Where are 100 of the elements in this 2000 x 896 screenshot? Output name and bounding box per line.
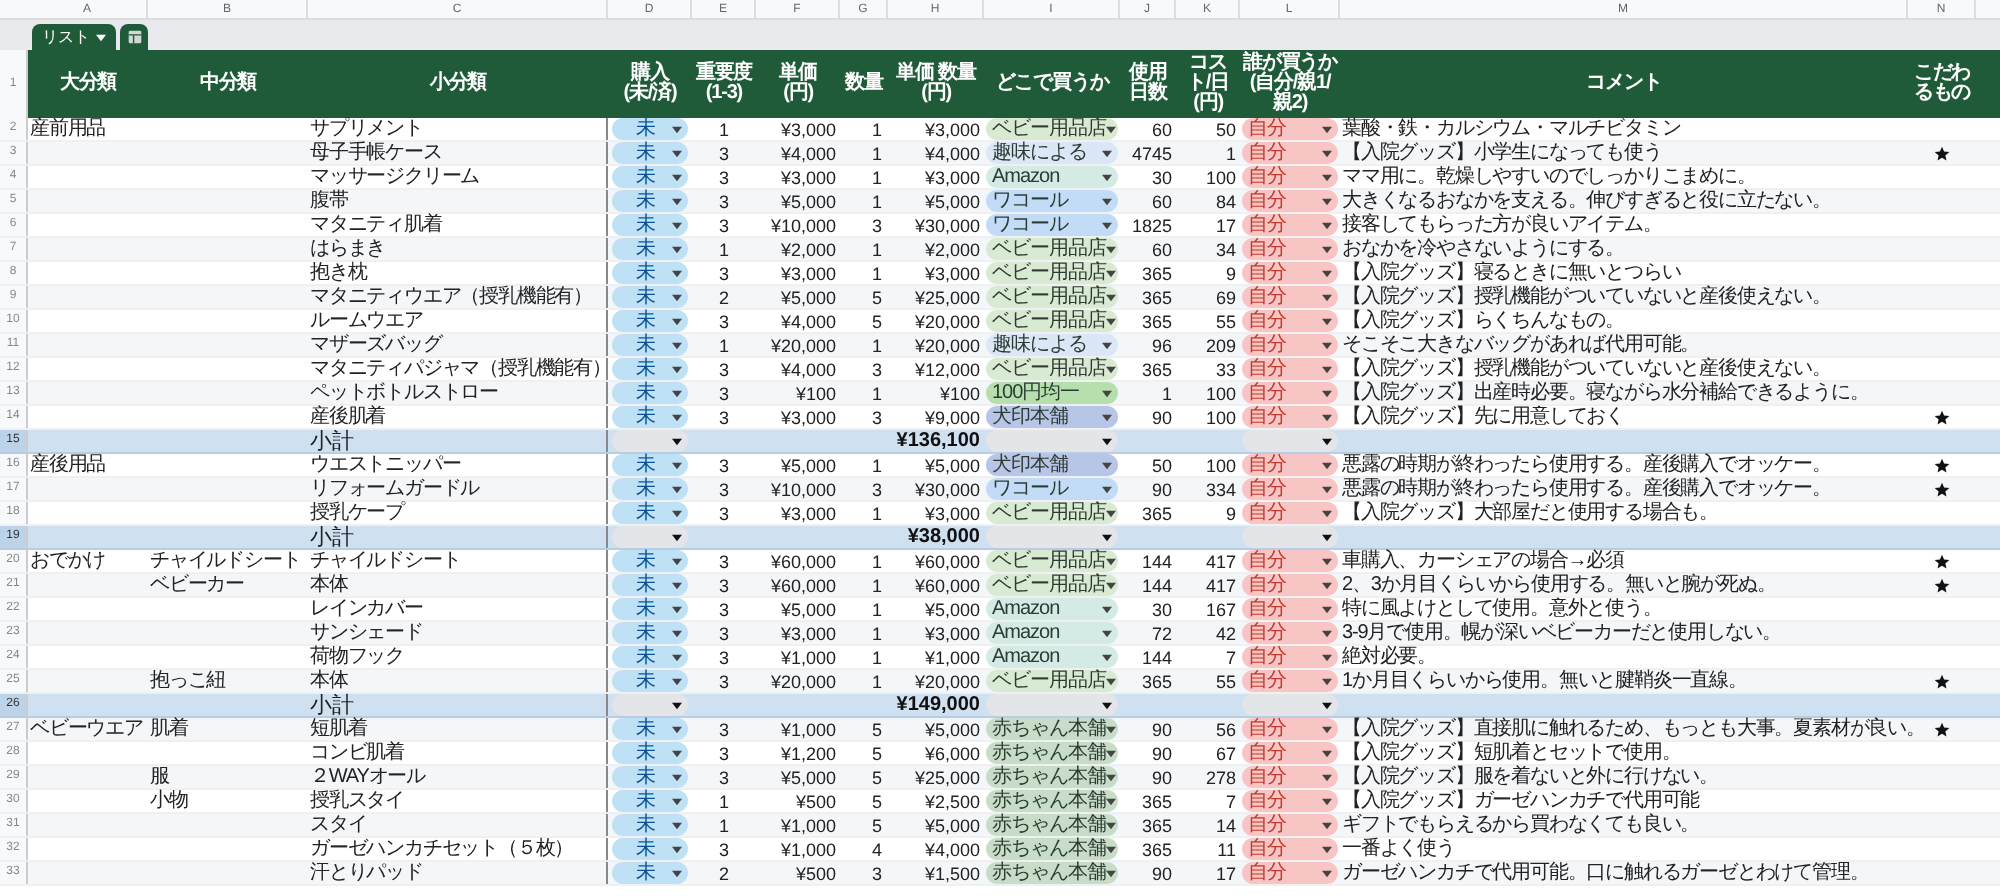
table-icon[interactable] — [120, 24, 148, 50]
column-header[interactable]: 単価 数量 (円) — [896, 64, 976, 104]
buyer-dropdown[interactable]: 自分 — [1242, 406, 1338, 428]
store-dropdown[interactable]: ワコール — [986, 478, 1118, 500]
store-dropdown[interactable]: ベビー用品店 — [986, 238, 1118, 260]
purchase-dropdown[interactable]: 未 — [612, 862, 688, 884]
store-dropdown[interactable]: 赤ちゃん本舗 — [986, 742, 1118, 764]
buyer-dropdown[interactable]: 自分 — [1242, 742, 1338, 764]
column-header[interactable]: こだわるもの — [1910, 64, 1974, 104]
purchase-dropdown[interactable]: 未 — [612, 238, 688, 260]
purchase-dropdown[interactable]: 未 — [612, 382, 688, 404]
purchase-dropdown[interactable]: 未 — [612, 142, 688, 164]
store-dropdown[interactable] — [986, 694, 1118, 716]
store-dropdown[interactable]: ベビー用品店 — [986, 286, 1118, 308]
buyer-dropdown[interactable] — [1242, 430, 1338, 452]
purchase-dropdown[interactable]: 未 — [612, 574, 688, 596]
purchase-dropdown[interactable]: 未 — [612, 598, 688, 620]
store-dropdown[interactable]: 犬印本舗 — [986, 454, 1118, 476]
purchase-dropdown[interactable]: 未 — [612, 742, 688, 764]
buyer-dropdown[interactable]: 自分 — [1242, 550, 1338, 572]
buyer-dropdown[interactable]: 自分 — [1242, 334, 1338, 356]
store-dropdown[interactable]: ベビー用品店 — [986, 574, 1118, 596]
store-dropdown[interactable]: 赤ちゃん本舗 — [986, 838, 1118, 860]
store-dropdown[interactable]: ベビー用品店 — [986, 550, 1118, 572]
purchase-dropdown[interactable]: 未 — [612, 622, 688, 644]
purchase-dropdown[interactable]: 未 — [612, 310, 688, 332]
buyer-dropdown[interactable]: 自分 — [1242, 118, 1338, 140]
buyer-dropdown[interactable]: 自分 — [1242, 190, 1338, 212]
store-dropdown[interactable]: ベビー用品店 — [986, 358, 1118, 380]
purchase-dropdown[interactable]: 未 — [612, 214, 688, 236]
purchase-dropdown[interactable]: 未 — [612, 502, 688, 524]
purchase-dropdown[interactable]: 未 — [612, 478, 688, 500]
store-dropdown[interactable]: ワコール — [986, 190, 1118, 212]
column-header[interactable]: 購入 (未/済) — [623, 64, 677, 104]
store-dropdown[interactable]: 赤ちゃん本舗 — [986, 814, 1118, 836]
store-dropdown[interactable]: 趣味による — [986, 334, 1118, 356]
column-header[interactable]: どこで買うか — [995, 74, 1109, 94]
store-dropdown[interactable]: ベビー用品店 — [986, 262, 1118, 284]
buyer-dropdown[interactable]: 自分 — [1242, 622, 1338, 644]
column-header[interactable]: 重要度 (1-3) — [695, 64, 753, 104]
column-header[interactable]: 誰が買うか (自分/親1/親2) — [1242, 54, 1338, 114]
buyer-dropdown[interactable]: 自分 — [1242, 166, 1338, 188]
buyer-dropdown[interactable]: 自分 — [1242, 358, 1338, 380]
column-header[interactable]: 使用日数 — [1122, 64, 1174, 104]
purchase-dropdown[interactable] — [612, 694, 688, 716]
sheet-tab[interactable]: リスト — [32, 24, 116, 50]
store-dropdown[interactable]: ベビー用品店 — [986, 502, 1118, 524]
store-dropdown[interactable]: Amazon — [986, 622, 1118, 644]
purchase-dropdown[interactable]: 未 — [612, 550, 688, 572]
buyer-dropdown[interactable]: 自分 — [1242, 838, 1338, 860]
purchase-dropdown[interactable]: 未 — [612, 286, 688, 308]
store-dropdown[interactable]: 赤ちゃん本舗 — [986, 766, 1118, 788]
store-dropdown[interactable]: 赤ちゃん本舗 — [986, 862, 1118, 884]
store-dropdown[interactable]: 趣味による — [986, 142, 1118, 164]
buyer-dropdown[interactable]: 自分 — [1242, 478, 1338, 500]
store-dropdown[interactable]: Amazon — [986, 598, 1118, 620]
purchase-dropdown[interactable]: 未 — [612, 646, 688, 668]
buyer-dropdown[interactable]: 自分 — [1242, 454, 1338, 476]
store-dropdown[interactable]: ワコール — [986, 214, 1118, 236]
store-dropdown[interactable]: Amazon — [986, 166, 1118, 188]
purchase-dropdown[interactable]: 未 — [612, 718, 688, 740]
purchase-dropdown[interactable] — [612, 430, 688, 452]
column-header[interactable]: 単価 (円) — [779, 64, 817, 104]
store-dropdown[interactable]: 赤ちゃん本舗 — [986, 790, 1118, 812]
buyer-dropdown[interactable]: 自分 — [1242, 790, 1338, 812]
buyer-dropdown[interactable]: 自分 — [1242, 310, 1338, 332]
buyer-dropdown[interactable]: 自分 — [1242, 598, 1338, 620]
purchase-dropdown[interactable]: 未 — [612, 838, 688, 860]
column-header[interactable]: コメント — [1586, 74, 1662, 94]
buyer-dropdown[interactable]: 自分 — [1242, 574, 1338, 596]
purchase-dropdown[interactable]: 未 — [612, 814, 688, 836]
purchase-dropdown[interactable]: 未 — [612, 406, 688, 428]
column-header[interactable]: 中分類 — [199, 74, 257, 94]
buyer-dropdown[interactable]: 自分 — [1242, 766, 1338, 788]
purchase-dropdown[interactable]: 未 — [612, 190, 688, 212]
store-dropdown[interactable]: 赤ちゃん本舗 — [986, 718, 1118, 740]
buyer-dropdown[interactable]: 自分 — [1242, 142, 1338, 164]
buyer-dropdown[interactable]: 自分 — [1242, 238, 1338, 260]
column-header[interactable]: 大分類 — [59, 74, 117, 94]
purchase-dropdown[interactable]: 未 — [612, 670, 688, 692]
buyer-dropdown[interactable] — [1242, 694, 1338, 716]
store-dropdown[interactable]: 犬印本舗 — [986, 406, 1118, 428]
column-header[interactable]: 小分類 — [429, 74, 487, 94]
buyer-dropdown[interactable]: 自分 — [1242, 382, 1338, 404]
column-header[interactable]: コスト/日 (円) — [1178, 54, 1238, 114]
buyer-dropdown[interactable]: 自分 — [1242, 814, 1338, 836]
buyer-dropdown[interactable]: 自分 — [1242, 670, 1338, 692]
purchase-dropdown[interactable]: 未 — [612, 334, 688, 356]
purchase-dropdown[interactable]: 未 — [612, 454, 688, 476]
buyer-dropdown[interactable]: 自分 — [1242, 718, 1338, 740]
buyer-dropdown[interactable]: 自分 — [1242, 286, 1338, 308]
buyer-dropdown[interactable]: 自分 — [1242, 214, 1338, 236]
buyer-dropdown[interactable]: 自分 — [1242, 262, 1338, 284]
buyer-dropdown[interactable]: 自分 — [1242, 862, 1338, 884]
store-dropdown[interactable] — [986, 430, 1118, 452]
buyer-dropdown[interactable]: 自分 — [1242, 646, 1338, 668]
purchase-dropdown[interactable]: 未 — [612, 118, 688, 140]
buyer-dropdown[interactable]: 自分 — [1242, 502, 1338, 524]
purchase-dropdown[interactable]: 未 — [612, 790, 688, 812]
purchase-dropdown[interactable]: 未 — [612, 262, 688, 284]
